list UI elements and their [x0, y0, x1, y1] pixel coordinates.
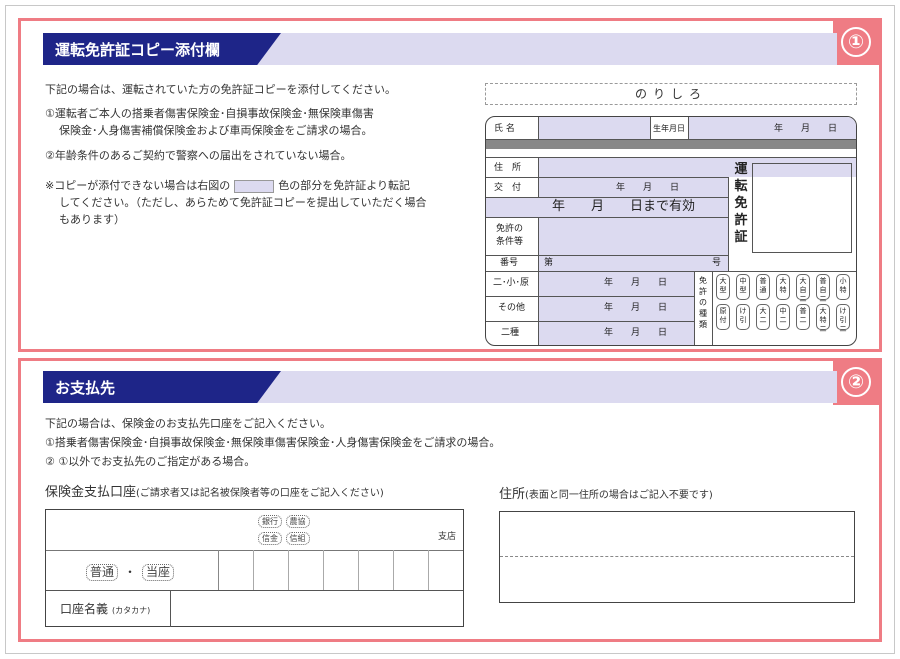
item1-line1: ①運転者ご本人の搭乗者傷害保険金･自損事故保険金･無保険車傷害 [45, 107, 374, 120]
account-box: 銀行 農協 信金 信組 支店 普通・当座 口座名義 (カタカナ) [45, 509, 464, 627]
item1-text: ①搭乗者傷害保険金･自損事故保険金･無保険車傷害保険金･人身傷害保険金をご請求の… [45, 436, 501, 449]
glue-margin: のりしろ [485, 83, 857, 105]
branch-label: 支店 [438, 532, 457, 542]
license-copy-section: ① 運転免許証コピー添付欄 下記の場合は、運転されていた方の免許証コピーを添付し… [18, 18, 882, 352]
section-title-bar: 運転免許証コピー添付欄 [43, 33, 837, 65]
account-heading: 保険金支払口座(ご請求者又は記名被保険者等の口座をご記入ください) [45, 485, 384, 500]
address-heading: 住所(表面と同一住所の場合はご記入不要です) [499, 487, 713, 502]
license-diagram: 氏 名 生年月日 年 月 日 住 所 交 付 年 月 日 年 月 日まで有効 免… [485, 116, 857, 346]
section-number-badge: ② [833, 361, 879, 405]
note-line3: もあります） [59, 213, 125, 226]
account-holder-label: 口座名義 (カタカナ) [60, 602, 151, 616]
photo-area [752, 163, 852, 253]
color-swatch [234, 179, 275, 193]
note-line2: してください。（ただし、あらためて免許証コピーを提出していただく場合 [59, 196, 427, 209]
intro-text: 下記の場合は、保険金のお支払先口座をご記入ください。 [45, 417, 331, 430]
section-number-badge: ① [833, 21, 879, 65]
item2-text: ② ①以外でお支払先のご指定がある場合。 [45, 455, 256, 468]
section-title: お支払先 [55, 379, 116, 397]
section-title: 運転免許証コピー添付欄 [55, 41, 221, 59]
account-holder-field[interactable] [171, 591, 463, 626]
item2-text: ②年齢条件のあるご契約で警察への届出をされていない場合。 [45, 149, 352, 162]
address-field[interactable] [499, 511, 855, 603]
intro-text: 下記の場合は、運転されていた方の免許証コピーを添付してください。 [45, 83, 397, 96]
bank-type-options[interactable]: 銀行 農協 信金 信組 [258, 514, 310, 545]
license-title-vertical: 運転免許証 [734, 162, 748, 245]
account-type-options[interactable]: 普通・当座 [86, 563, 175, 581]
payment-section: ② お支払先 下記の場合は、保険金のお支払先口座をご記入ください。 ①搭乗者傷害… [18, 358, 882, 642]
note-line1: ※コピーが添付できない場合は右図の 色の部分を免許証より転記 [45, 179, 410, 193]
item1-line2: 保険金･人身傷害補償保険金および車両保険金をご請求の場合。 [59, 124, 373, 137]
section-title-bar: お支払先 [43, 371, 837, 403]
